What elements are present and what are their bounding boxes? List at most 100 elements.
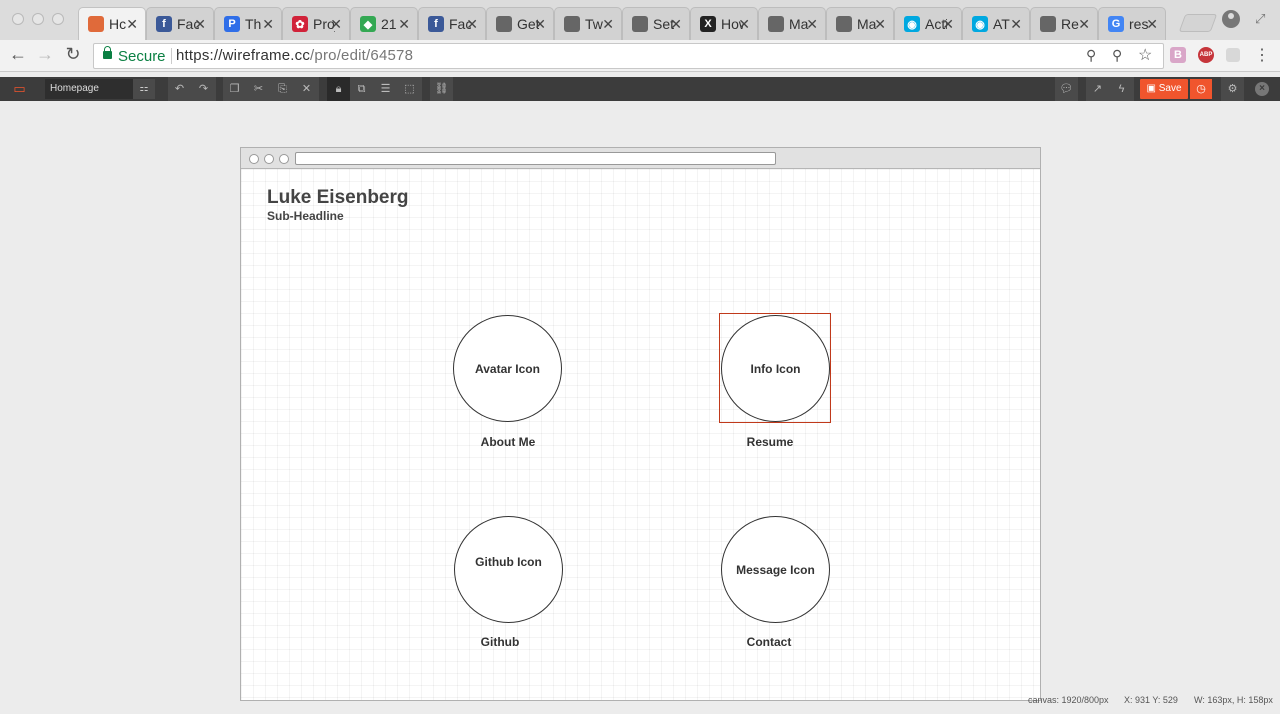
reload-icon[interactable]: ↻ (62, 44, 84, 65)
fullscreen-icon[interactable]: ⤢ (1255, 11, 1265, 27)
browser-tab[interactable]: ◉Activ✕ (894, 7, 962, 40)
wireframe-url-field (295, 152, 776, 165)
picsart-favicon: P (224, 16, 240, 32)
browser-tab[interactable]: Tw ✕ (554, 7, 622, 40)
window-close-button[interactable] (12, 13, 24, 25)
redo-icon[interactable]: ↷ (192, 77, 215, 101)
page-select[interactable]: Homepage ⚏ (45, 79, 155, 99)
github-caption[interactable]: Github (440, 635, 560, 649)
zoom-icon[interactable]: ⚲ (1112, 47, 1122, 64)
bookmark-star-icon[interactable]: ☆ (1138, 45, 1152, 65)
avatar-circle[interactable]: Avatar Icon (453, 315, 562, 422)
browser-tab[interactable]: f Fac ✕ (418, 7, 486, 40)
secure-label: Secure (118, 48, 166, 65)
browser-tab[interactable]: Gres ✕ (1098, 7, 1166, 40)
browser-tab[interactable]: Ma ✕ (758, 7, 826, 40)
wireframe-browser-bar (241, 148, 1040, 169)
link-icon[interactable]: ⛓ (430, 77, 453, 101)
tab-close-icon[interactable]: ✕ (126, 16, 138, 33)
cut-icon[interactable]: ✂ (247, 77, 270, 101)
sitemap-icon[interactable]: ⚏ (133, 79, 155, 99)
att-favicon: ◉ (972, 16, 988, 32)
tab-close-icon[interactable]: ✕ (738, 16, 750, 33)
duplicate-icon[interactable]: ❐ (223, 77, 246, 101)
apple-favicon (564, 16, 580, 32)
browser-tab[interactable]: f Fac ✕ (146, 7, 214, 40)
browser-tab[interactable]: Hc ✕ (78, 7, 146, 40)
browser-tab[interactable]: Get a✕ (486, 7, 554, 40)
browser-tab[interactable]: P Th ✕ (214, 7, 282, 40)
window-minimize-button[interactable] (32, 13, 44, 25)
apple-favicon (836, 16, 852, 32)
tab-close-icon[interactable]: ✕ (262, 16, 274, 33)
browser-tab[interactable]: ◉ AT ✕ (962, 7, 1030, 40)
browser-tab[interactable]: ✿Proje✕ (282, 7, 350, 40)
tab-close-icon[interactable]: ✕ (806, 16, 818, 33)
window-zoom-button[interactable] (52, 13, 64, 25)
save-button[interactable]: ▣ Save (1140, 79, 1188, 99)
maps-favicon: ◆ (360, 16, 376, 32)
forward-arrow-icon[interactable]: → (34, 44, 56, 65)
tab-close-icon[interactable]: ✕ (398, 16, 410, 33)
new-tab-button[interactable] (1178, 14, 1218, 32)
undo-icon[interactable]: ↶ (168, 77, 191, 101)
tab-close-icon[interactable]: ✕ (1010, 16, 1022, 33)
back-arrow-icon[interactable]: ← (7, 44, 29, 65)
adblock-icon[interactable]: ABP (1198, 47, 1214, 63)
tab-close-icon[interactable]: ✕ (670, 16, 682, 33)
key-icon[interactable]: ⚲ (1086, 47, 1096, 64)
preview-bolt-icon[interactable]: ϟ (1110, 77, 1133, 101)
close-editor-icon[interactable]: × (1255, 82, 1269, 96)
canvas-size-readout: canvas: 1920/800px (1028, 695, 1109, 705)
lock-element-icon[interactable]: 🔒︎ (327, 77, 350, 101)
align-icon[interactable]: ☰ (374, 77, 397, 101)
extension-icon[interactable] (1226, 48, 1240, 62)
copy-icon[interactable]: ⎘ (271, 77, 294, 101)
chrome-menu-icon[interactable]: ⋮ (1254, 45, 1270, 65)
tab-close-icon[interactable]: ✕ (602, 16, 614, 33)
wireframe-canvas[interactable]: Luke Eisenberg Sub-Headline Avatar Icon … (241, 169, 1040, 700)
tab-close-icon[interactable]: ✕ (1078, 16, 1090, 33)
resume-caption[interactable]: Resume (710, 435, 830, 449)
message-circle[interactable]: Message Icon (721, 516, 830, 623)
tab-close-icon[interactable]: ✕ (942, 16, 954, 33)
page-subheadline[interactable]: Sub-Headline (267, 209, 344, 223)
tab-close-icon[interactable]: ✕ (1146, 16, 1158, 33)
share-icon[interactable]: ↗ (1086, 77, 1109, 101)
tab-close-icon[interactable]: ✕ (466, 16, 478, 33)
wireframe-browser-frame[interactable]: Luke Eisenberg Sub-Headline Avatar Icon … (240, 147, 1041, 701)
browser-tab[interactable]: Re ✕ (1030, 7, 1098, 40)
circle-label: Message Icon (736, 562, 815, 577)
version-history-icon[interactable]: ◷ (1190, 79, 1212, 99)
x-favicon: X (700, 16, 716, 32)
delete-icon[interactable]: ✕ (295, 77, 318, 101)
info-circle[interactable]: Info Icon (721, 315, 830, 422)
tab-close-icon[interactable]: ✕ (874, 16, 886, 33)
editor-toolbar: ▭ Homepage ⚏ ↶ ↷ ❐ ✂ ⎘ ✕ 🔒︎ ⧉ ☰ ⬚ ⛓ 💬︎ ↗… (0, 77, 1280, 101)
extension-b-icon[interactable]: B (1170, 47, 1186, 63)
browser-tab[interactable]: XHow✕ (690, 7, 758, 40)
page-name: Homepage (50, 83, 99, 94)
bring-front-icon[interactable]: ⧉ (350, 77, 373, 101)
window-template-icon[interactable]: ▭ (8, 77, 31, 101)
about-me-caption[interactable]: About Me (448, 435, 568, 449)
browser-tab[interactable]: Set ✕ (622, 7, 690, 40)
tab-list: Hc✕fFac✕PTh✕✿Proje✕◆21✕fFac✕Get a✕Tw✕Set… (78, 7, 1166, 40)
apple-favicon (768, 16, 784, 32)
github-circle[interactable]: Github Icon (454, 516, 563, 623)
browser-tab[interactable]: Ma ✕ (826, 7, 894, 40)
profile-icon[interactable] (1222, 10, 1240, 28)
comment-icon[interactable]: 💬︎ (1055, 77, 1078, 101)
address-bar[interactable]: Secure https://wireframe.cc/pro/edit/645… (93, 43, 1164, 69)
tab-close-icon[interactable]: ✕ (534, 16, 546, 33)
tab-close-icon[interactable]: ✕ (194, 16, 206, 33)
url-scheme: https:// (176, 47, 223, 64)
group-icon[interactable]: ⬚ (398, 77, 421, 101)
settings-gear-icon[interactable]: ⚙ (1221, 77, 1244, 101)
contact-caption[interactable]: Contact (709, 635, 829, 649)
apple-favicon (496, 16, 512, 32)
url-text[interactable]: https://wireframe.cc/pro/edit/64578 (176, 47, 413, 64)
browser-tab[interactable]: ◆ 21 ✕ (350, 7, 418, 40)
page-headline[interactable]: Luke Eisenberg (267, 187, 409, 209)
tab-close-icon[interactable]: ✕ (330, 16, 342, 33)
